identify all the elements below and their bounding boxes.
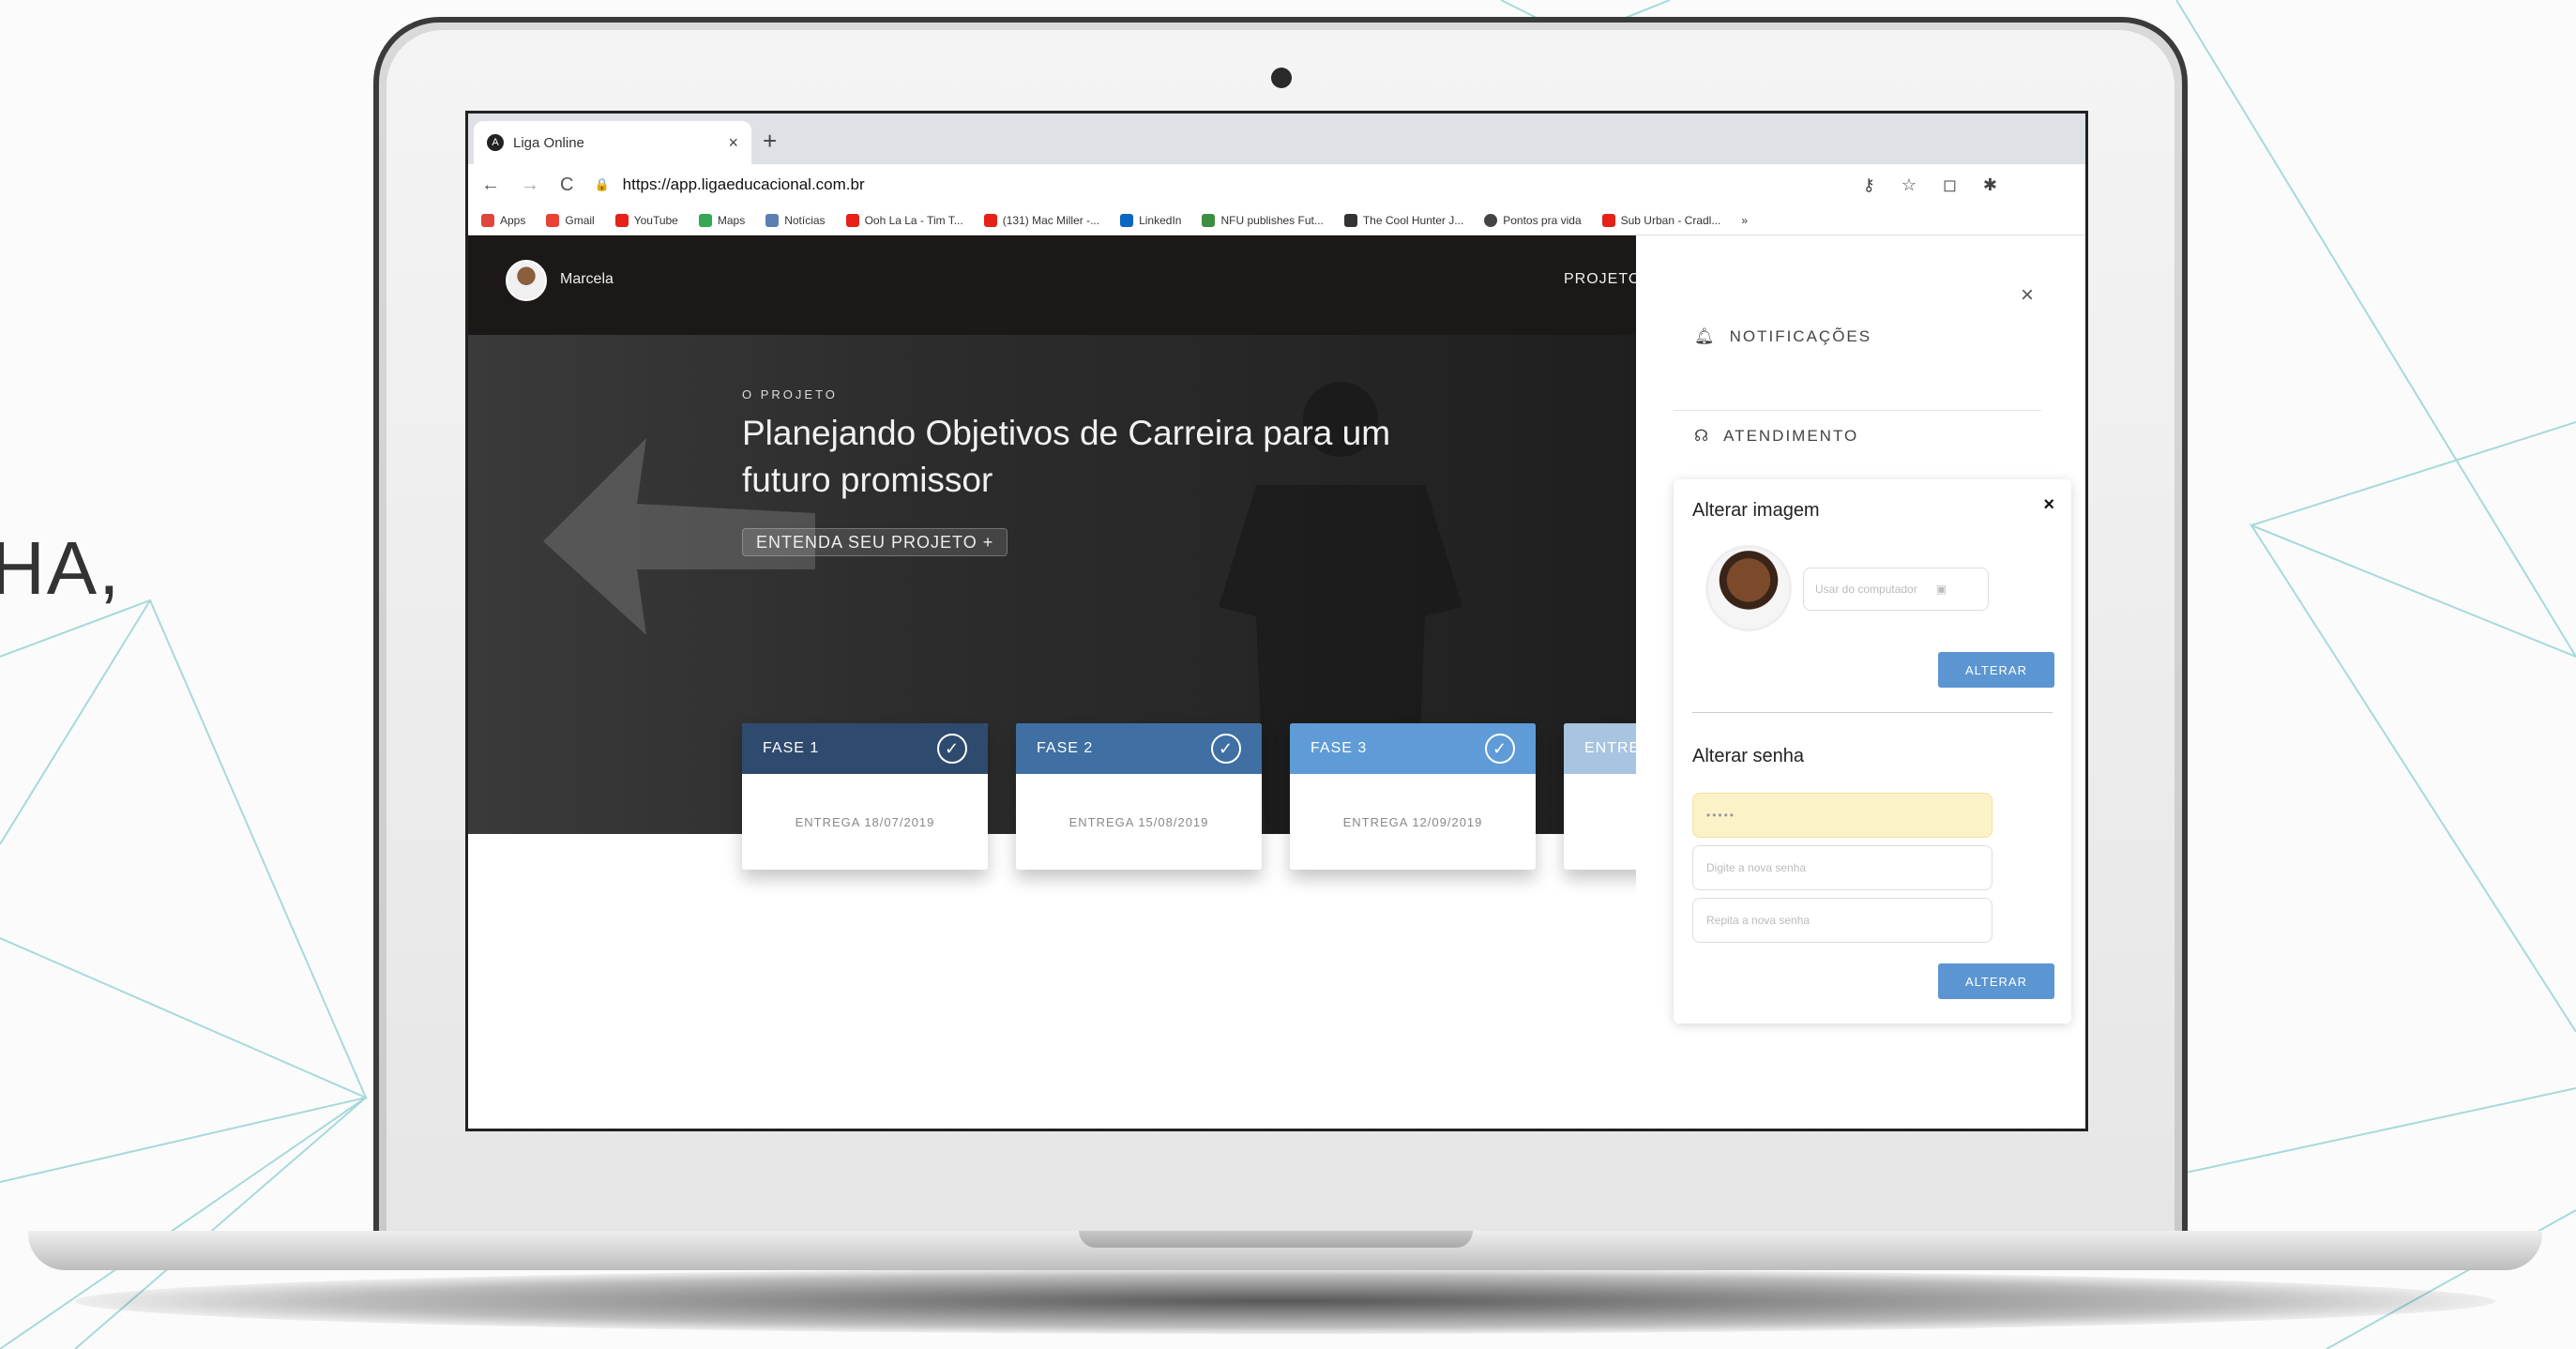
phase-name: FASE 3	[1311, 740, 1368, 756]
key-icon[interactable]: ⚷	[1863, 175, 1875, 195]
change-password-button[interactable]: ALTERAR	[1938, 963, 2054, 999]
extension-icon[interactable]: ◻	[1943, 175, 1957, 195]
puzzle-icon[interactable]: ✱	[1983, 175, 1997, 195]
laptop-notch	[1079, 1231, 1473, 1248]
current-password-field[interactable]: •••••	[1692, 793, 1993, 838]
youtube-icon	[983, 213, 997, 227]
phase-delivery: ENTREGA 18/07/2019	[795, 814, 935, 829]
nfu-icon	[1202, 213, 1216, 227]
bookmark-sub-urban[interactable]: Sub Urban - Cradl...	[1601, 213, 1720, 227]
top-nav: Marcela PROJETO	[468, 235, 1640, 335]
avatar[interactable]	[506, 260, 547, 301]
understand-project-button[interactable]: ENTENDA SEU PROJETO +	[742, 528, 1008, 556]
bookmark-maps[interactable]: Maps	[698, 213, 745, 227]
gmail-icon	[546, 213, 560, 227]
close-tab-icon[interactable]: ×	[728, 133, 738, 153]
bookmark-ooh-la-la[interactable]: Ooh La La - Tim T...	[845, 213, 963, 227]
bookmark-pontos[interactable]: Pontos pra vida	[1484, 213, 1582, 227]
headset-icon: ☊	[1694, 427, 1711, 445]
angular-icon: A	[487, 134, 504, 151]
nav-project-link[interactable]: PROJETO	[1564, 271, 1641, 288]
file-upload-input[interactable]: Usar do computador ▣	[1803, 568, 1989, 611]
change-image-title: Alterar imagem	[1692, 500, 1820, 521]
youtube-icon	[845, 213, 859, 227]
repeat-password-field[interactable]: Repita a nova senha	[1692, 898, 1993, 943]
app: Marcela PROJETO O PROJETO Planejando Obj…	[468, 235, 2085, 1129]
divider	[1674, 410, 2041, 411]
notifications-label: NOTIFICAÇÕES	[1729, 327, 1872, 345]
change-image-button[interactable]: ALTERAR	[1938, 652, 2054, 688]
globe-icon	[1484, 213, 1498, 227]
phase-header: FASE 3 ✓	[1290, 723, 1536, 774]
tab-bar: A Liga Online × +	[468, 114, 2085, 164]
new-password-field[interactable]: Digite a nova senha	[1692, 845, 1993, 890]
bookmark-cool-hunter[interactable]: The Cool Hunter J...	[1343, 213, 1463, 227]
cool-hunter-icon	[1343, 213, 1357, 227]
address-bar: ← → C 🔒 https://app.ligaeducacional.com.…	[468, 164, 2085, 205]
divider	[1692, 712, 2053, 713]
image-icon: ▣	[1935, 583, 1947, 596]
linkedin-icon	[1120, 213, 1134, 227]
bookmark-linkedin[interactable]: LinkedIn	[1120, 213, 1181, 227]
hero-title: Planejando Objetivos de Carreira para um…	[742, 414, 1391, 499]
youtube-icon	[614, 213, 629, 227]
bookmark-youtube[interactable]: YouTube	[614, 213, 678, 227]
news-icon	[765, 213, 780, 227]
check-icon: ✓	[937, 734, 967, 764]
support-item[interactable]: ☊ ATENDIMENTO	[1694, 427, 1858, 446]
side-panel: × 🔔︎ NOTIFICAÇÕES ☊ ATENDIMENTO × Altera…	[1636, 235, 2085, 1129]
bookmark-gmail[interactable]: Gmail	[546, 213, 595, 227]
camera-icon	[1271, 68, 1292, 88]
laptop-shadow	[75, 1268, 2495, 1334]
bookmark-nfu[interactable]: NFU publishes Fut...	[1202, 213, 1324, 227]
phase-card[interactable]: FASE 2 ✓ ENTREGA 15/08/2019	[1016, 723, 1262, 870]
phase-card[interactable]: FASE 3 ✓ ENTREGA 12/09/2019	[1290, 723, 1536, 870]
file-placeholder: Usar do computador	[1815, 583, 1917, 596]
phase-delivery: ENTREGA 15/08/2019	[1068, 814, 1209, 829]
back-icon[interactable]: ←	[481, 174, 500, 196]
address-icons: ⚷ ☆ ◻ ✱	[1863, 175, 1997, 195]
maps-icon	[698, 213, 712, 227]
screen: A Liga Online × + ← → C 🔒 https://app.li…	[465, 111, 2088, 1131]
hero-label: O PROJETO	[742, 387, 838, 402]
support-label: ATENDIMENTO	[1723, 427, 1859, 445]
profile-edit-card: × Alterar imagem Usar do computador ▣ AL…	[1674, 479, 2071, 1023]
stage: HA, A Liga Online × + ← → C 🔒 https://ap…	[0, 0, 2576, 1349]
phase-name: FASE 1	[763, 740, 820, 756]
phase-header: FASE 1 ✓	[742, 723, 988, 774]
apps-icon	[481, 213, 494, 227]
notifications-item[interactable]: 🔔︎ NOTIFICAÇÕES	[1694, 327, 1871, 346]
bookmark-apps[interactable]: Apps	[481, 213, 525, 227]
bookmark-mac-miller[interactable]: (131) Mac Miller -...	[983, 213, 1099, 227]
new-tab-button[interactable]: +	[763, 127, 777, 156]
check-icon: ✓	[1485, 734, 1515, 764]
check-icon: ✓	[1211, 734, 1241, 764]
phase-delivery: ENTREGA 12/09/2019	[1342, 814, 1483, 829]
change-password-title: Alterar senha	[1692, 746, 1804, 766]
url-field[interactable]: https://app.ligaeducacional.com.br	[623, 175, 865, 194]
phase-header: FASE 2 ✓	[1016, 723, 1262, 774]
star-icon[interactable]: ☆	[1902, 175, 1917, 195]
profile-photo	[1705, 545, 1792, 631]
browser-tab[interactable]: A Liga Online ×	[474, 121, 751, 164]
card-close-icon[interactable]: ×	[2043, 494, 2054, 516]
lock-icon: 🔒	[594, 177, 610, 191]
phase-card[interactable]: FASE 1 ✓ ENTREGA 18/07/2019	[742, 723, 988, 870]
panel-close-icon[interactable]: ×	[2021, 282, 2034, 309]
bookmarks-more-icon[interactable]: »	[1741, 214, 1748, 227]
phase-name: FASE 2	[1037, 740, 1094, 756]
side-text: HA,	[0, 526, 122, 610]
youtube-icon	[1601, 213, 1615, 227]
phase-name: ENTRE	[1584, 740, 1641, 756]
reload-icon[interactable]: C	[560, 174, 573, 196]
forward-icon[interactable]: →	[521, 174, 539, 196]
bookmarks-bar: Apps Gmail YouTube Maps Notícias Ooh La …	[468, 205, 2085, 235]
bookmark-news[interactable]: Notícias	[765, 213, 826, 227]
bell-icon: 🔔︎	[1694, 327, 1717, 345]
tab-title: Liga Online	[513, 134, 584, 151]
user-name[interactable]: Marcela	[560, 271, 614, 288]
